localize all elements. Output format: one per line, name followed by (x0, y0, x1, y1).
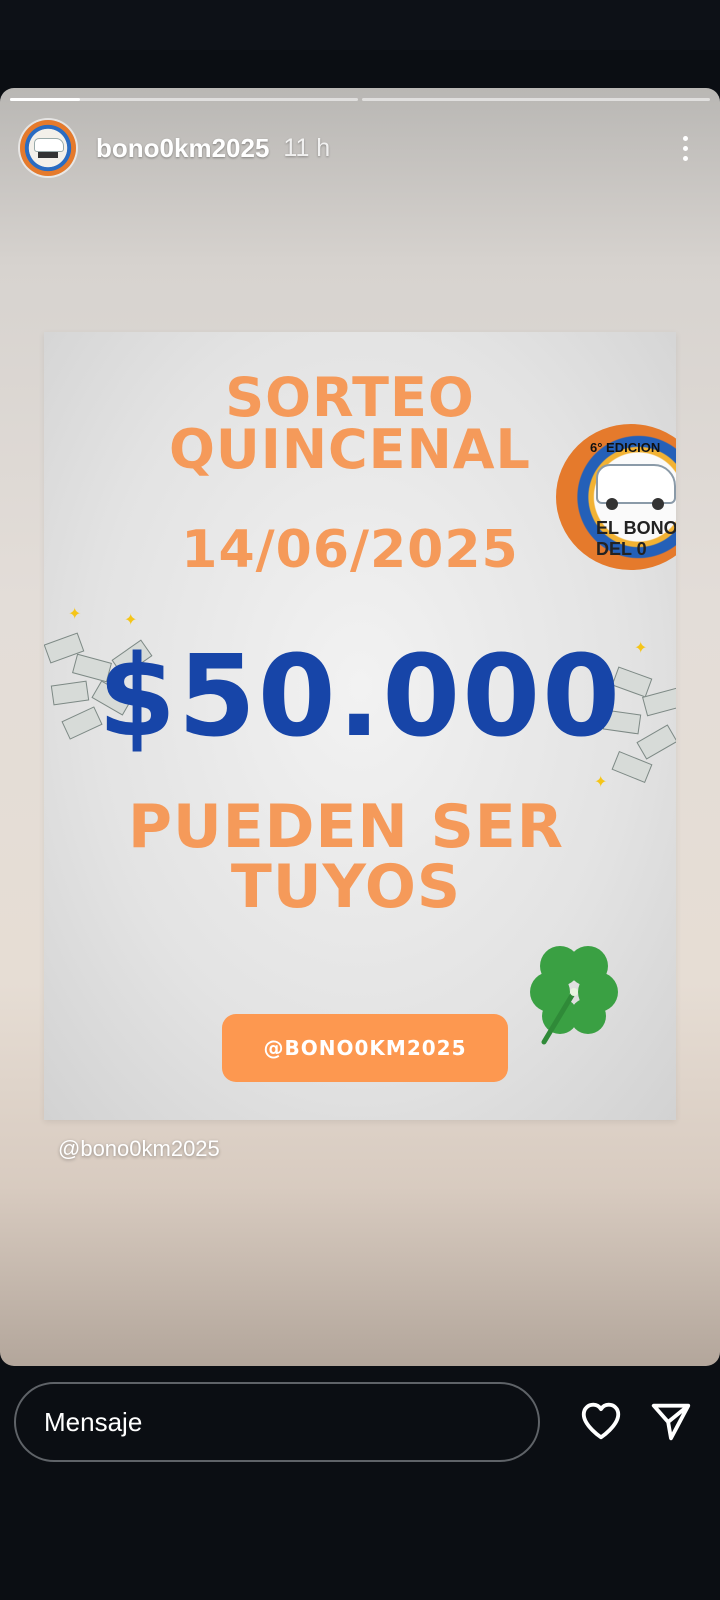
status-bar (0, 0, 720, 50)
story-progress-1 (10, 98, 358, 101)
send-icon[interactable] (648, 1398, 694, 1444)
clover-icon (530, 946, 618, 1045)
prize-amount: $50.000 (97, 632, 623, 762)
more-icon[interactable] (670, 128, 700, 168)
mention-sticker[interactable]: @bono0km2025 (58, 1136, 220, 1162)
logo-edition: 6° EDICION (590, 440, 661, 455)
story-frame[interactable]: bono0km2025 11 h SORTEO QUINCENAL 14/06/… (0, 88, 720, 1366)
avatar[interactable] (20, 120, 76, 176)
post-image: SORTEO QUINCENAL 14/06/2025 6° EDICION E… (44, 332, 676, 1120)
handle-pill: @BONO0KM2025 (222, 1014, 508, 1082)
story-time: 11 h (283, 133, 331, 162)
message-input[interactable]: Mensaje (14, 1382, 540, 1462)
post-tagline-2: TUYOS (230, 852, 462, 922)
logo-brand: EL BONO DEL 0 (596, 518, 676, 559)
avatar-car-icon (34, 138, 64, 152)
message-placeholder: Mensaje (44, 1406, 143, 1437)
car-icon (596, 464, 676, 510)
heart-icon[interactable] (578, 1398, 624, 1444)
story-header: bono0km2025 11 h (20, 120, 700, 176)
story-progress-2 (362, 98, 710, 101)
story-username[interactable]: bono0km2025 (96, 133, 269, 164)
